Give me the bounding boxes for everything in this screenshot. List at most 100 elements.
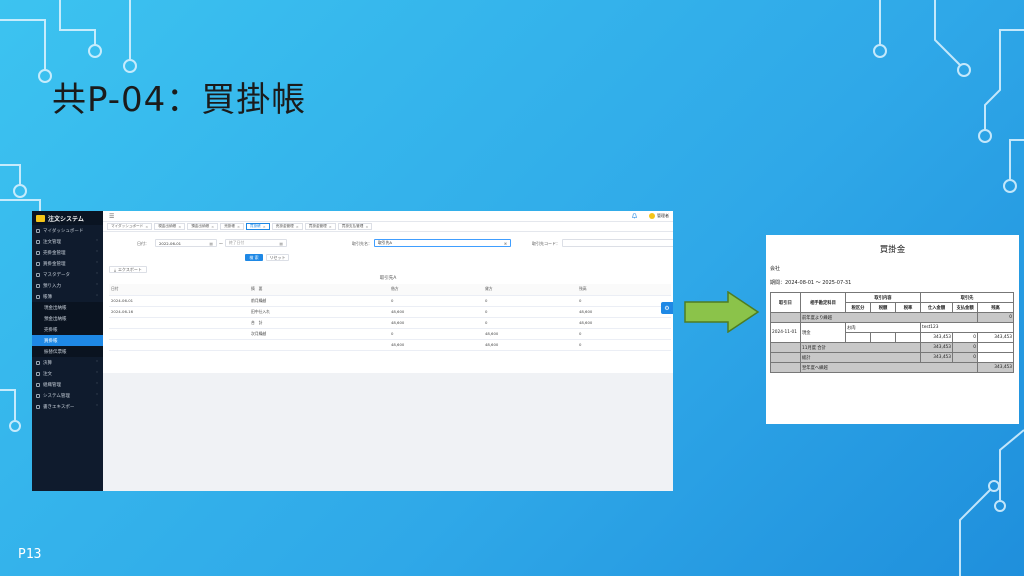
table-row: 48,600 48,600 0	[109, 339, 671, 351]
sidebar-item-0[interactable]: マイダッシュボード	[32, 225, 103, 236]
table-cell: 2024-06-01	[109, 295, 249, 307]
date-to-input[interactable]: 終了日付 ▦	[225, 239, 287, 247]
table-cell: 48,600	[483, 328, 577, 340]
sidebar-subitem-2[interactable]: 売掛帳	[32, 324, 103, 335]
close-icon[interactable]: ×	[145, 225, 148, 229]
sidebar-item-3[interactable]: 買掛金管理 ˅	[32, 258, 103, 269]
calendar-icon: ▦	[279, 240, 283, 246]
column-header[interactable]: 残高	[577, 284, 671, 296]
download-icon: ⤓	[114, 267, 116, 272]
app-logo-text: 注文システム	[48, 215, 84, 223]
sidebar-item-label: 決算	[43, 360, 52, 366]
sidebar-item-after-0[interactable]: 決算 ˅	[32, 357, 103, 368]
sidebar-item-6[interactable]: 帳簿 ˄	[32, 291, 103, 302]
sidebar-subitem-1[interactable]: 預金出納帳	[32, 313, 103, 324]
menu-item-icon	[36, 239, 40, 244]
carry-in-row: 前年度より繰越 0	[770, 312, 1015, 323]
cell	[770, 362, 801, 373]
col-date: 取引日	[770, 292, 801, 313]
entry-balance: 343,453	[977, 332, 1015, 343]
avatar	[649, 213, 655, 219]
ledger-table: 日付摘 要借方 貸方 残高 2024-06-01 前月繰越 0 0 0 2024-06-16 田…	[109, 284, 671, 351]
col-tax-class: 税区分	[845, 302, 871, 313]
cell	[977, 342, 1015, 353]
col-balance: 残高	[977, 302, 1015, 313]
tab-label: マイダッシュボード	[111, 224, 144, 228]
table-cell: 0	[483, 295, 577, 307]
col-tax-rate: 税率	[894, 302, 922, 313]
close-icon[interactable]: ×	[329, 225, 332, 229]
close-icon[interactable]: ×	[296, 225, 299, 229]
month-total-label: 11月度 合計	[799, 342, 922, 353]
sidebar-subitem-3[interactable]: 買掛帳	[32, 335, 103, 346]
tab-3[interactable]: 売掛帳 ×	[220, 223, 244, 230]
content-empty-area	[103, 373, 673, 491]
clear-icon[interactable]: ✖	[504, 241, 507, 246]
close-icon[interactable]: ×	[365, 225, 368, 229]
table-row: 2024-06-01 前月繰越 0 0 0	[109, 295, 671, 307]
chevron-icon: ˅	[96, 239, 98, 244]
tab-6[interactable]: 買掛金管理 ×	[304, 223, 336, 230]
user-menu[interactable]: 管理者	[649, 213, 669, 219]
close-icon[interactable]: ×	[237, 225, 240, 229]
close-icon[interactable]: ×	[211, 225, 214, 229]
tab-label: 買掛金管理	[308, 224, 327, 228]
search-button[interactable]: 検 索	[245, 254, 263, 261]
tab-1[interactable]: 現金出納帳 ×	[154, 223, 186, 230]
menu-item-icon	[36, 404, 40, 409]
menu-item-icon	[36, 250, 40, 255]
settings-float-button[interactable]: ⚙	[661, 302, 673, 314]
app-logo[interactable]: 注文システム	[32, 211, 103, 225]
column-header[interactable]: 日付	[109, 284, 249, 296]
table-cell: 48,600	[389, 339, 483, 351]
sidebar-item-after-2[interactable]: 組織管理 ˅	[32, 379, 103, 390]
table-cell: 0	[483, 317, 577, 329]
sidebar-item-2[interactable]: 売掛金管理 ˅	[32, 247, 103, 258]
sidebar-item-1[interactable]: 注文管理 ˅	[32, 236, 103, 247]
tab-0[interactable]: マイダッシュボード ×	[107, 223, 153, 230]
supplier-name-input[interactable]: 取引先A ✖	[374, 239, 511, 247]
bell-icon[interactable]	[632, 213, 637, 221]
sidebar-item-5[interactable]: 預り入力 ˅	[32, 280, 103, 291]
tab-label: 買掛支払管理	[341, 224, 364, 228]
column-header[interactable]: 借方	[389, 284, 483, 296]
export-button[interactable]: ⤓ エクスポート	[109, 266, 147, 273]
cell	[770, 342, 801, 353]
menu-icon[interactable]: ☰	[109, 213, 114, 220]
sidebar-item-4[interactable]: マスタデータ ˅	[32, 269, 103, 280]
ledger-period: 期間：2024-08-01 ～ 2025-07-31	[770, 280, 852, 286]
ledger-header-row-1: 取引日 相手勘定科目 取引内容 取引先	[770, 292, 1015, 313]
date-from-input[interactable]: 2022-06-01 ▦	[155, 239, 217, 247]
entry-content: お肉	[844, 322, 922, 333]
close-icon[interactable]: ×	[263, 225, 266, 229]
table-cell: 0	[483, 306, 577, 318]
table-cell: 0	[577, 295, 671, 307]
column-header[interactable]: 摘 要	[249, 284, 389, 296]
tab-4[interactable]: 買掛帳 ×	[245, 223, 270, 230]
col-supplier: 取引先	[920, 292, 1015, 303]
supplier-code-input[interactable]	[562, 239, 673, 247]
tab-5[interactable]: 売掛金管理 ×	[271, 223, 303, 230]
sidebar-item-after-4[interactable]: 書きエキスポー ˅	[32, 401, 103, 412]
date-label: 日付：	[137, 241, 149, 246]
cell	[845, 332, 871, 343]
col-purchase: 仕入金額	[920, 302, 954, 313]
sidebar-item-after-1[interactable]: 注文 ˅	[32, 368, 103, 379]
sidebar-item-after-3[interactable]: システム管理 ˅	[32, 390, 103, 401]
sidebar-item-label: 買掛金管理	[43, 261, 66, 267]
tab-2[interactable]: 預金出納帳 ×	[187, 223, 219, 230]
ledger-report: 買掛金 会社 期間：2024-08-01 ～ 2025-07-31 取引日 相手…	[766, 235, 1019, 424]
reset-button[interactable]: リセット	[266, 254, 289, 261]
sidebar-subitem-4[interactable]: 振替伝票帳	[32, 346, 103, 357]
table-row: 合 計 48,600 0 48,600	[109, 317, 671, 329]
tab-7[interactable]: 買掛支払管理 ×	[337, 223, 373, 230]
cell	[894, 332, 922, 343]
close-icon[interactable]: ×	[178, 225, 181, 229]
table-cell	[109, 317, 249, 329]
table-cell	[109, 339, 249, 351]
sidebar-subitem-0[interactable]: 現金出納帳	[32, 302, 103, 313]
column-header[interactable]: 貸方	[483, 284, 577, 296]
col-payment: 支払金額	[952, 302, 979, 313]
table-cell: 0	[577, 328, 671, 340]
ledger-title: 買掛金	[879, 245, 906, 255]
